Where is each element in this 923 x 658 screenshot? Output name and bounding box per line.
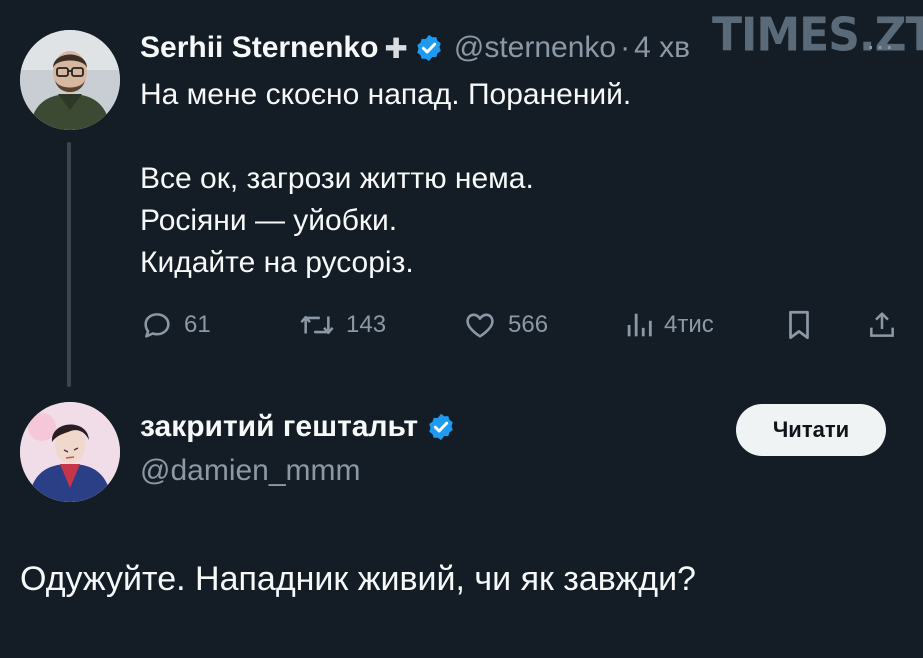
analytics-icon (627, 313, 652, 337)
share-button[interactable] (866, 308, 898, 342)
reply-button[interactable]: 61 (140, 308, 211, 342)
heart-icon (466, 313, 494, 338)
follow-button[interactable]: Читати (736, 404, 886, 456)
tweet1-header: Serhii Sternenko ✚ @sternenko · 4 хв (140, 28, 690, 68)
avatar-sternenko[interactable] (20, 30, 120, 130)
timestamp[interactable]: 4 хв (634, 31, 690, 65)
reply-count: 61 (184, 311, 211, 338)
verified-badge-icon (417, 34, 441, 62)
tweet-thread-screenshot: TIMES.ZT Serhii Sternenko ✚ @sternenko ·… (0, 0, 923, 658)
tweet2-header: закритий гештальт (140, 410, 456, 444)
more-icon[interactable]: ··· (866, 30, 894, 62)
like-button[interactable]: 566 (462, 308, 548, 342)
bookmark-icon (789, 310, 809, 340)
tweet-line: Все ок, загрози життю нема. (140, 162, 534, 195)
author-handle[interactable]: @damien_mmm (140, 454, 361, 488)
tweet-line: Кидайте на русоріз. (140, 246, 414, 279)
retweet-icon (300, 315, 334, 335)
views-count: 4тис (664, 311, 714, 338)
tweet2-text: Одужуйте. Нападник живий, чи як завжди? (20, 560, 696, 598)
plus-icon: ✚ (384, 32, 408, 64)
separator: · (620, 31, 631, 64)
author-name[interactable]: Serhii Sternenko (140, 31, 378, 65)
thread-connector (67, 142, 71, 387)
like-count: 566 (508, 311, 549, 338)
author-handle[interactable]: @sternenko (454, 31, 616, 65)
verified-badge-icon (429, 413, 453, 441)
tweet1-text: На мене скоєно напад. Поранений. Все ок,… (140, 74, 631, 284)
retweet-count: 143 (346, 311, 387, 338)
bookmark-button[interactable] (784, 308, 814, 342)
share-icon (870, 312, 894, 337)
views-button[interactable]: 4тис (624, 308, 714, 342)
tweet-line: На мене скоєно напад. Поранений. (140, 78, 632, 111)
tweet-line: Росіяни — уйобки. (140, 204, 398, 237)
reply-icon (144, 313, 170, 338)
author-name[interactable]: закритий гештальт (140, 410, 418, 444)
retweet-button[interactable]: 143 (298, 308, 386, 342)
tweet1-action-bar: 61 143 566 4тис (140, 308, 900, 348)
avatar-damien[interactable] (20, 402, 120, 502)
